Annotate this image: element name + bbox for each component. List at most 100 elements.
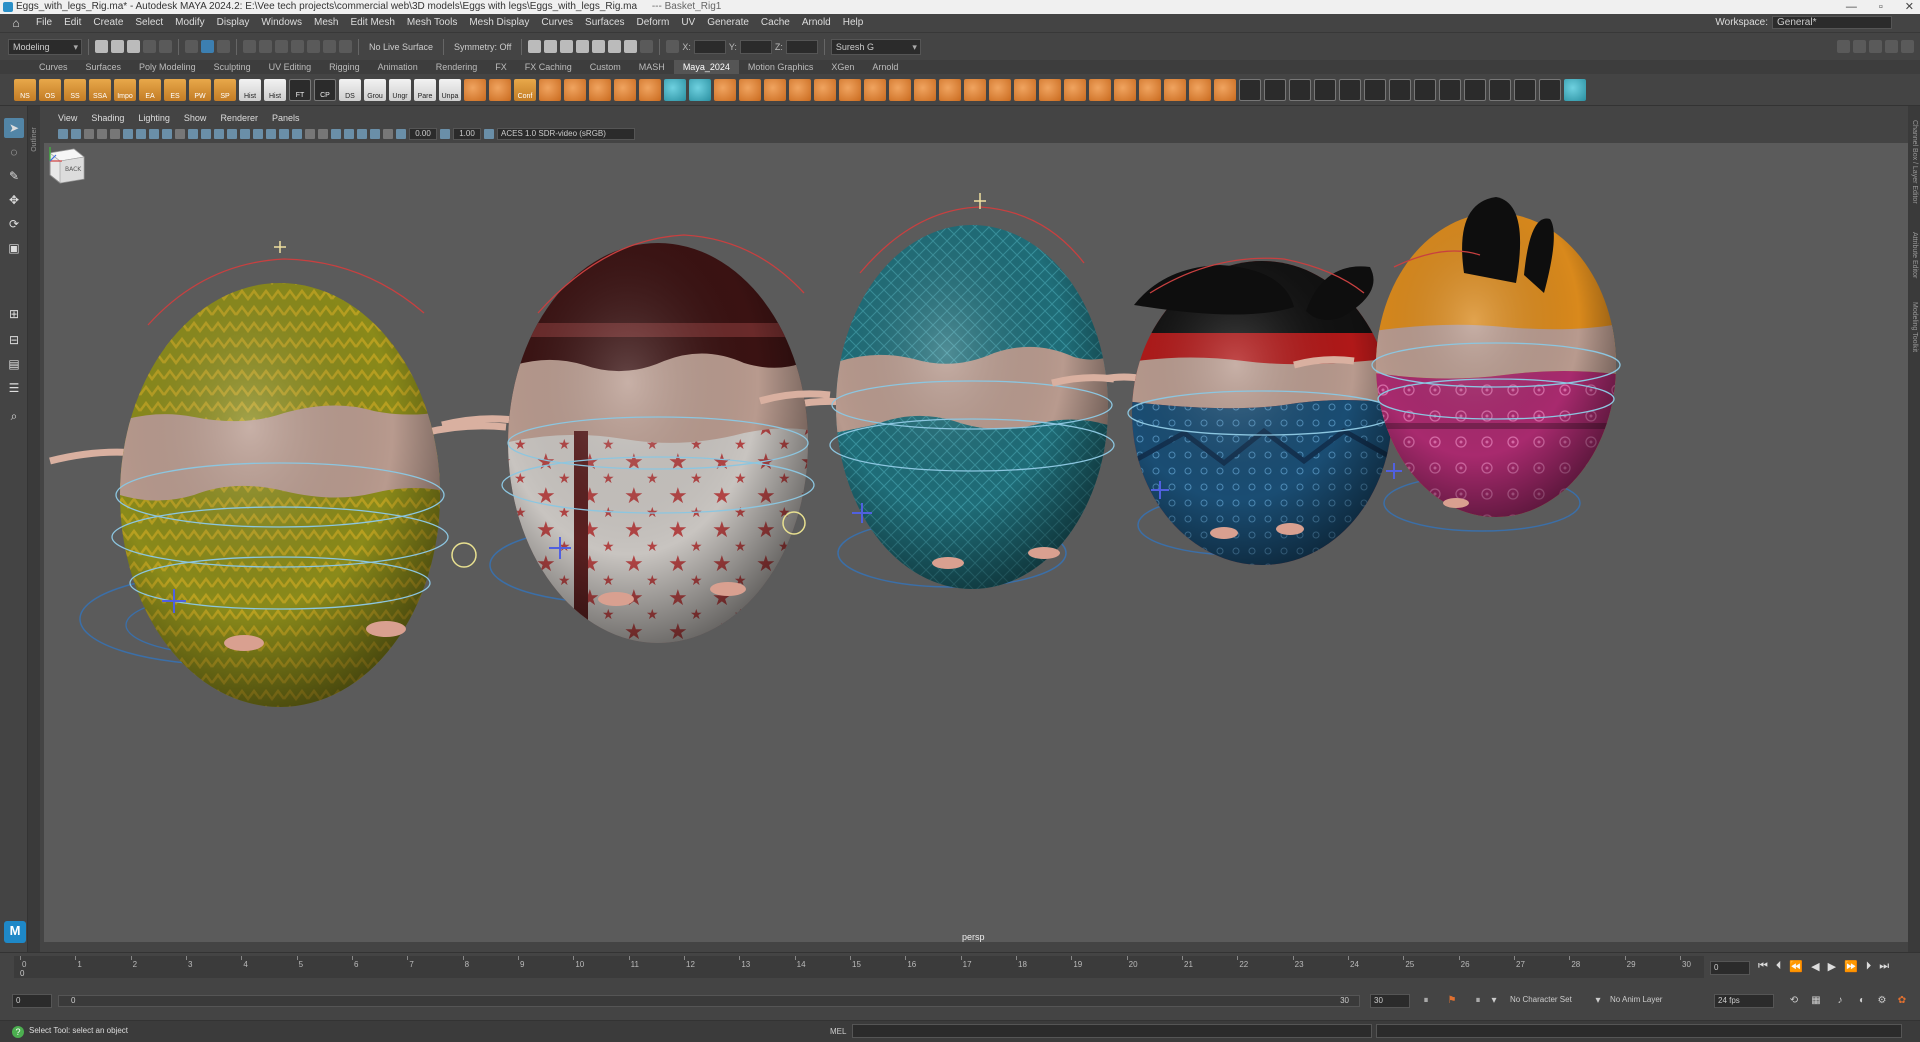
- shelf-button-pipe-icon[interactable]: [1064, 78, 1086, 101]
- maximize-icon[interactable]: ▫: [1879, 0, 1883, 14]
- shelf-button-ring-icon[interactable]: [864, 78, 886, 101]
- symmetry-label[interactable]: Symmetry: Off: [450, 42, 515, 52]
- paint-select-tool-icon[interactable]: ✎: [4, 166, 24, 186]
- lasso-tool-icon[interactable]: ◌: [4, 142, 24, 162]
- motion-blur-icon[interactable]: [318, 129, 328, 139]
- snap-curve-icon[interactable]: [259, 40, 272, 53]
- key-marker-icon[interactable]: ⚑: [1446, 995, 1458, 1007]
- animation-start-field[interactable]: 0: [12, 994, 52, 1008]
- four-view-layout-icon[interactable]: ⊟: [4, 330, 24, 350]
- shelf-button-sp[interactable]: SP: [214, 78, 236, 101]
- animation-end-field[interactable]: 30: [1370, 994, 1410, 1008]
- shelf-tab-arnold[interactable]: Arnold: [863, 60, 907, 74]
- move-tool-icon[interactable]: ✥: [4, 190, 24, 210]
- shelf-button-grou[interactable]: Grou: [364, 78, 386, 101]
- select-component-icon[interactable]: [217, 40, 230, 53]
- command-language-label[interactable]: MEL: [830, 1027, 846, 1036]
- shelf-button-unpa[interactable]: Unpa: [439, 78, 461, 101]
- shelf-tab-mash[interactable]: MASH: [630, 60, 674, 74]
- menu-surfaces[interactable]: Surfaces: [579, 14, 630, 32]
- menu-arnold[interactable]: Arnold: [796, 14, 837, 32]
- panel-menu-renderer[interactable]: Renderer: [220, 113, 267, 123]
- ipr-render-icon[interactable]: [544, 40, 558, 53]
- outliner-strip[interactable]: Outliner: [28, 106, 40, 956]
- shelf-button-fill-icon[interactable]: [814, 78, 836, 101]
- shelf-button-grid-icon[interactable]: [889, 78, 911, 101]
- shelf-button-checker-icon[interactable]: [1539, 78, 1561, 101]
- image-plane-icon[interactable]: [97, 129, 107, 139]
- shelf-button-node-icon[interactable]: [1464, 78, 1486, 101]
- gate-mask-icon[interactable]: [175, 129, 185, 139]
- sound-icon[interactable]: ♪: [1834, 995, 1846, 1007]
- shelf-button-curve-icon[interactable]: [1514, 78, 1536, 101]
- menu-cache[interactable]: Cache: [755, 14, 796, 32]
- command-line-input[interactable]: [852, 1024, 1372, 1038]
- tool-settings-icon[interactable]: [1885, 40, 1898, 53]
- shelf-button-cone-icon[interactable]: [939, 78, 961, 101]
- wireframe-icon[interactable]: [227, 129, 237, 139]
- shadows-icon[interactable]: [292, 129, 302, 139]
- workspace-dropdown[interactable]: General*: [1772, 16, 1892, 29]
- shelf-button-separate-icon[interactable]: [739, 78, 761, 101]
- exposure-icon[interactable]: [396, 129, 406, 139]
- gamma-field[interactable]: 1.00: [453, 128, 481, 140]
- live-surface-label[interactable]: No Live Surface: [365, 42, 437, 52]
- two-d-pan-icon[interactable]: [110, 129, 120, 139]
- shelf-button-es[interactable]: ES: [164, 78, 186, 101]
- undo-icon[interactable]: [143, 40, 156, 53]
- menu-windows[interactable]: Windows: [255, 14, 308, 32]
- shelf-tab-uv-editing[interactable]: UV Editing: [260, 60, 321, 74]
- right-tab-attribute-editor[interactable]: Attribute Editor: [1911, 232, 1918, 278]
- menu-mesh-tools[interactable]: Mesh Tools: [401, 14, 463, 32]
- shelf-button-extrude-icon[interactable]: [589, 78, 611, 101]
- panel-menu-shading[interactable]: Shading: [91, 113, 133, 123]
- shelf-button-gear-icon[interactable]: [1114, 78, 1136, 101]
- render-settings-icon[interactable]: [560, 40, 574, 53]
- shelf-button-ss[interactable]: SS: [64, 78, 86, 101]
- attribute-editor-icon[interactable]: [1869, 40, 1882, 53]
- select-tool-icon[interactable]: ➤: [4, 118, 24, 138]
- menu-display[interactable]: Display: [211, 14, 256, 32]
- shelf-button-ds[interactable]: DS: [339, 78, 361, 101]
- menu-edit-mesh[interactable]: Edit Mesh: [344, 14, 400, 32]
- viewport-persp[interactable]: ★ ★: [44, 143, 1908, 942]
- shelf-button-cylinder-icon[interactable]: [1014, 78, 1036, 101]
- default-material-icon[interactable]: [253, 129, 263, 139]
- character-set-label[interactable]: No Character Set: [1510, 995, 1572, 1004]
- menu-uv[interactable]: UV: [675, 14, 701, 32]
- menu-generate[interactable]: Generate: [701, 14, 755, 32]
- shelf-button-boolean-icon[interactable]: [764, 78, 786, 101]
- shelf-button-sculpt-icon[interactable]: [689, 78, 711, 101]
- scale-tool-icon[interactable]: ▣: [4, 238, 24, 258]
- shelf-button-conf[interactable]: Conf: [514, 78, 536, 101]
- shelf-button-stack-icon[interactable]: [1339, 78, 1361, 101]
- anim-prefs-icon[interactable]: ⏸: [1472, 995, 1484, 1007]
- textured-icon[interactable]: [266, 129, 276, 139]
- panel-menu-panels[interactable]: Panels: [272, 113, 309, 123]
- shelf-button-mirror-icon[interactable]: [789, 78, 811, 101]
- outliner-layout-icon[interactable]: ☰: [4, 378, 24, 398]
- z-coord-field[interactable]: [785, 39, 818, 54]
- play-forwards-icon[interactable]: ▶: [1828, 960, 1836, 973]
- shelf-tab-animation[interactable]: Animation: [369, 60, 427, 74]
- right-tab-modeling-toolkit[interactable]: Modeling Toolkit: [1911, 302, 1918, 352]
- shelf-tab-rigging[interactable]: Rigging: [320, 60, 369, 74]
- shelf-button-helix-icon[interactable]: [1089, 78, 1111, 101]
- shelf-button-sphere-icon[interactable]: [464, 78, 486, 101]
- shelf-button-pare[interactable]: Pare: [414, 78, 436, 101]
- shelf-button-ungr[interactable]: Ungr: [389, 78, 411, 101]
- auto-key-icon[interactable]: ⏸: [1420, 995, 1432, 1007]
- open-scene-icon[interactable]: [111, 40, 124, 53]
- shelf-tab-fx-caching[interactable]: FX Caching: [516, 60, 581, 74]
- grease-pencil-icon[interactable]: [123, 129, 133, 139]
- menu-create[interactable]: Create: [87, 14, 129, 32]
- view-transform-dropdown[interactable]: ACES 1.0 SDR-video (sRGB): [497, 128, 635, 140]
- shelf-button-bevel-icon[interactable]: [564, 78, 586, 101]
- isolate-select-icon[interactable]: [344, 129, 354, 139]
- shelf-button-loop-icon[interactable]: [839, 78, 861, 101]
- shelf-button-layers-icon[interactable]: [1314, 78, 1336, 101]
- shelf-button-ssa[interactable]: SSA: [89, 78, 111, 101]
- menu-mesh[interactable]: Mesh: [308, 14, 344, 32]
- minimize-icon[interactable]: —: [1846, 0, 1857, 14]
- grid-toggle-icon[interactable]: [136, 129, 146, 139]
